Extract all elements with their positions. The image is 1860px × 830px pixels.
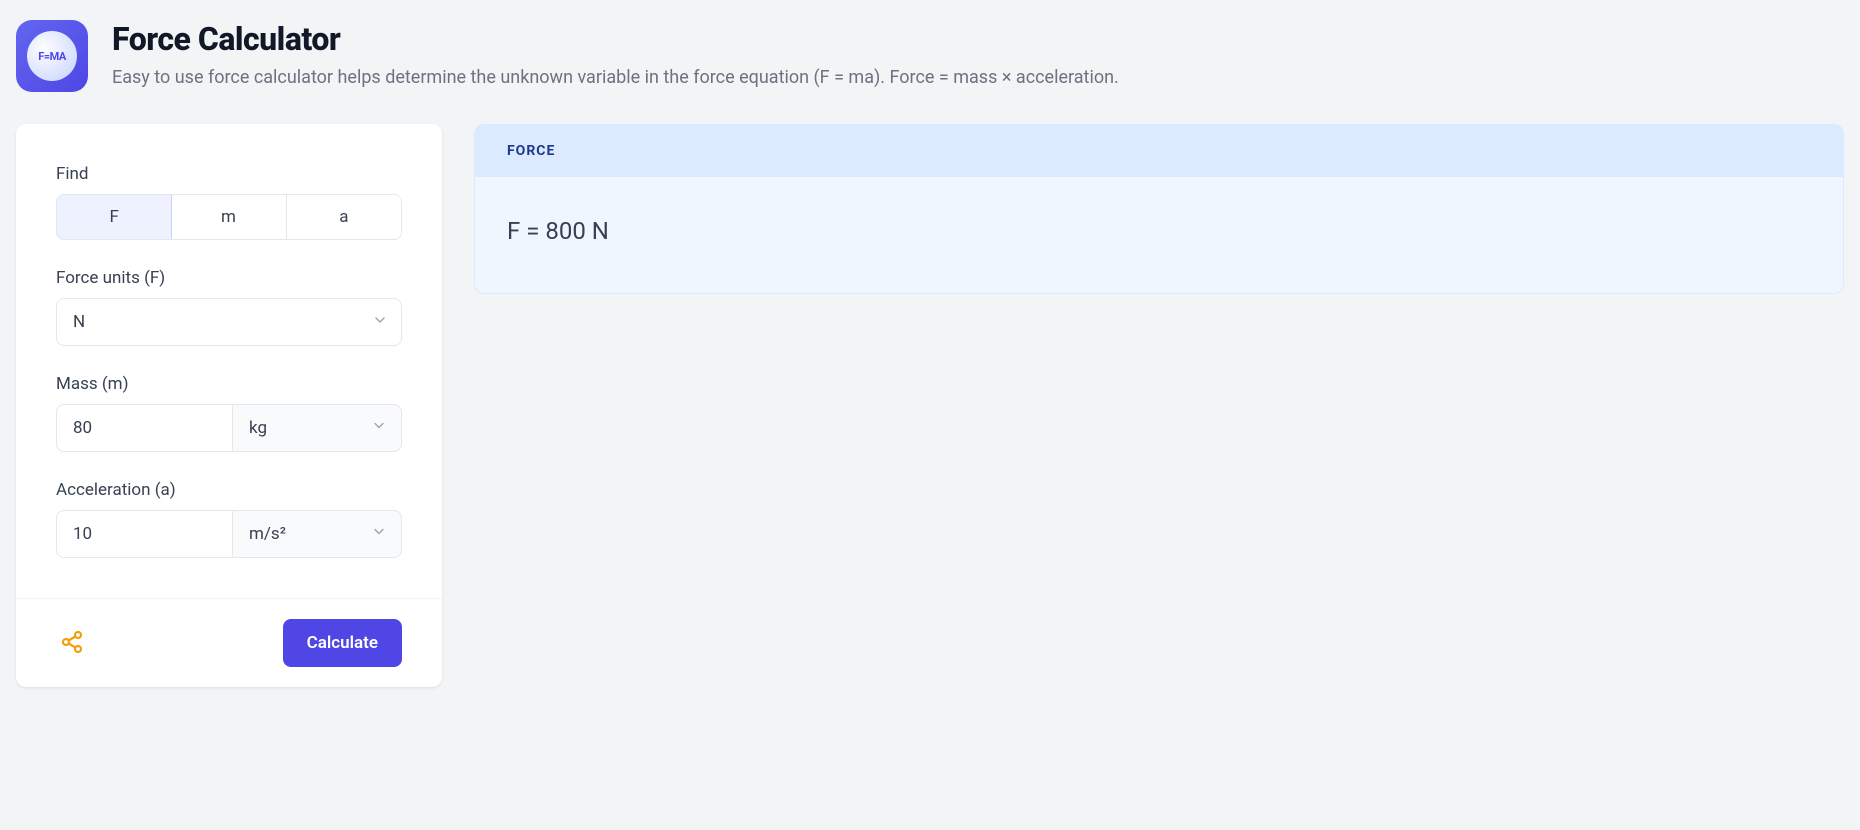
mass-unit-value: kg — [249, 418, 267, 438]
accel-unit-select[interactable]: m/s² — [232, 510, 402, 558]
page-header: F=MA Force Calculator Easy to use force … — [16, 20, 1844, 92]
force-units-value: N — [73, 312, 85, 332]
find-label: Find — [56, 164, 402, 184]
find-option-f[interactable]: F — [56, 194, 172, 240]
page-subtitle: Easy to use force calculator helps deter… — [112, 64, 1119, 91]
find-option-a[interactable]: a — [287, 195, 401, 239]
title-block: Force Calculator Easy to use force calcu… — [112, 20, 1119, 91]
share-button[interactable] — [56, 626, 88, 661]
chevron-down-icon — [371, 524, 387, 545]
calculate-button[interactable]: Calculate — [283, 619, 402, 667]
share-icon — [60, 642, 84, 657]
field-acceleration: Acceleration (a) m/s² — [56, 480, 402, 558]
card-footer: Calculate — [16, 598, 442, 687]
chevron-down-icon — [371, 418, 387, 439]
mass-input[interactable] — [56, 404, 232, 452]
logo-text: F=MA — [27, 31, 77, 81]
card-body: Find F m a Force units (F) N — [16, 124, 442, 598]
result-header: FORCE — [475, 125, 1843, 177]
result-value: F = 800 N — [475, 177, 1843, 293]
calculator-card: Find F m a Force units (F) N — [16, 124, 442, 687]
app-logo: F=MA — [16, 20, 88, 92]
find-segmented: F m a — [56, 194, 402, 240]
force-units-label: Force units (F) — [56, 268, 402, 288]
page-title: Force Calculator — [112, 20, 1119, 58]
force-units-select-wrap: N — [56, 298, 402, 346]
result-panel: FORCE F = 800 N — [474, 124, 1844, 294]
field-force-units: Force units (F) N — [56, 268, 402, 346]
mass-unit-select[interactable]: kg — [232, 404, 402, 452]
accel-input[interactable] — [56, 510, 232, 558]
find-option-m[interactable]: m — [171, 195, 286, 239]
force-units-select[interactable]: N — [56, 298, 402, 346]
accel-unit-value: m/s² — [249, 524, 286, 544]
accel-input-group: m/s² — [56, 510, 402, 558]
field-find: Find F m a — [56, 164, 402, 240]
content-row: Find F m a Force units (F) N — [16, 124, 1844, 687]
mass-label: Mass (m) — [56, 374, 402, 394]
accel-label: Acceleration (a) — [56, 480, 402, 500]
mass-input-group: kg — [56, 404, 402, 452]
field-mass: Mass (m) kg — [56, 374, 402, 452]
